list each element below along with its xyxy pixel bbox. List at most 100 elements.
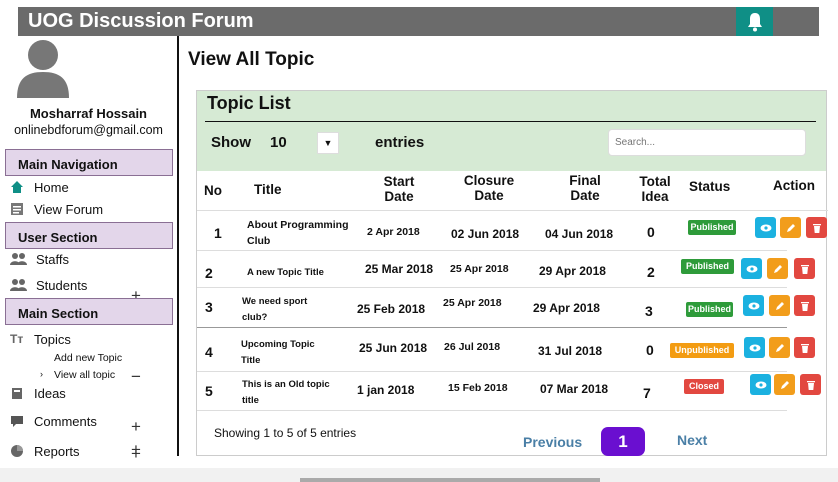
row-closure-date: 15 Feb 2018 [448, 382, 508, 394]
horizontal-scrollbar[interactable] [0, 468, 838, 482]
row-closure-date: 26 Jul 2018 [444, 341, 501, 353]
column-header-closure-date: Closure Date [463, 173, 515, 203]
trash-icon [812, 223, 821, 233]
view-button[interactable] [741, 258, 762, 279]
sidebar-item-label: Students [36, 277, 88, 293]
row-no: 4 [205, 344, 213, 360]
caret-down-icon: ▼ [323, 138, 333, 148]
sidebar-item-reports[interactable]: Reports [10, 442, 80, 460]
view-button[interactable] [750, 374, 771, 395]
view-button[interactable] [743, 295, 764, 316]
entries-count-value[interactable]: 10 [270, 134, 287, 151]
forum-icon [11, 203, 23, 215]
chevron-right-icon: › [40, 369, 43, 379]
sidebar-item-ideas[interactable]: Ideas [10, 384, 66, 402]
column-header-start-date: Start Date [383, 174, 415, 204]
search-input[interactable] [608, 129, 806, 156]
previous-page-button[interactable]: Previous [523, 434, 582, 450]
row-total-idea: 0 [646, 342, 654, 358]
next-page-button[interactable]: Next [677, 432, 707, 448]
show-label: Show [211, 134, 251, 151]
row-total-idea: 2 [647, 264, 655, 280]
eye-icon [755, 381, 766, 388]
edit-button[interactable] [767, 258, 788, 279]
pie-chart-icon [11, 445, 23, 457]
divider [197, 210, 828, 211]
row-total-idea: 0 [647, 224, 655, 240]
delete-button[interactable] [794, 295, 815, 316]
sidebar-item-view-forum[interactable]: View Forum [10, 200, 103, 218]
divider [197, 410, 787, 411]
sidebar-item-label: Staffs [36, 251, 70, 267]
row-title: A new Topic Title [247, 267, 324, 278]
page-title: View All Topic [188, 49, 315, 70]
divider [197, 250, 787, 251]
row-title: Upcoming Topic Title [241, 339, 315, 366]
main-navigation-header: Main Navigation [5, 149, 173, 176]
row-title: About Programming Club [247, 219, 349, 247]
scrollbar-thumb[interactable] [300, 478, 600, 482]
row-final-date: 04 Jun 2018 [545, 227, 614, 241]
column-header-final-date: Final Date [569, 173, 601, 203]
pencil-icon [786, 223, 795, 232]
section-label: Main Section [18, 306, 99, 321]
row-title: We need sport club? [242, 296, 308, 323]
sidebar-item-staffs[interactable]: Staffs [10, 250, 69, 268]
column-header-title: Title [254, 182, 282, 197]
column-header-no: No [204, 183, 222, 198]
sidebar-subitem-view-all-topic[interactable]: View all topic [54, 369, 115, 381]
status-badge: Published [688, 220, 736, 235]
trash-icon [800, 343, 809, 353]
top-bar: UOG Discussion Forum [18, 7, 819, 36]
view-button[interactable] [755, 217, 776, 238]
row-title: This is an Old topic title [242, 379, 330, 406]
eye-icon [760, 224, 771, 231]
view-button[interactable] [744, 337, 765, 358]
row-total-idea: 7 [643, 385, 651, 401]
edit-button[interactable] [774, 374, 795, 395]
edit-button[interactable] [769, 295, 790, 316]
delete-button[interactable] [794, 258, 815, 279]
edit-button[interactable] [780, 217, 801, 238]
pencil-icon [775, 343, 784, 352]
sidebar-item-topics[interactable]: Tт Topics [10, 330, 71, 348]
column-header-total-idea: Total Idea [639, 174, 671, 204]
sidebar-item-students[interactable]: Students [10, 276, 87, 294]
home-icon [11, 181, 23, 193]
trash-icon [800, 264, 809, 274]
section-label: Main Navigation [18, 157, 118, 172]
delete-button[interactable] [800, 374, 821, 395]
users-icon [10, 279, 27, 291]
expand-ideas-icon[interactable]: + [131, 417, 141, 437]
status-badge: Published [686, 302, 733, 317]
sidebar-subitem-add-new-topic[interactable]: Add new Topic [54, 352, 122, 364]
collapse-topics-icon[interactable]: − [131, 367, 141, 387]
page-1-button[interactable]: 1 [601, 427, 645, 456]
trash-icon [800, 301, 809, 311]
divider [197, 327, 787, 328]
sidebar-item-label: Ideas [34, 385, 66, 401]
column-header-action: Action [773, 178, 815, 193]
delete-button[interactable] [794, 337, 815, 358]
status-badge: Unpublished [670, 343, 734, 358]
expand-reports-icon[interactable]: + [131, 440, 141, 460]
eye-icon [749, 344, 760, 351]
sidebar-item-label: View Forum [34, 201, 104, 217]
delete-button[interactable] [806, 217, 827, 238]
sidebar-item-comments[interactable]: Comments [10, 412, 97, 430]
comments-icon [11, 416, 23, 427]
notification-bell-button[interactable] [736, 7, 773, 36]
entries-dropdown-button[interactable]: ▼ [317, 132, 339, 154]
eye-icon [748, 302, 759, 309]
row-final-date: 07 Mar 2018 [540, 382, 609, 396]
row-start-date: 1 jan 2018 [357, 383, 415, 397]
topic-list-panel: Topic List Show 10 ▼ entries No Title St… [196, 90, 828, 456]
app-title: UOG Discussion Forum [28, 10, 254, 32]
edit-button[interactable] [769, 337, 790, 358]
status-badge: Published [681, 259, 734, 274]
section-label: User Section [18, 230, 98, 245]
sidebar-item-home[interactable]: Home [10, 178, 69, 196]
user-name: Mosharraf Hossain [29, 106, 148, 121]
user-email: onlinebdforum@gmail.com [14, 123, 163, 137]
entries-label: entries [375, 134, 425, 151]
